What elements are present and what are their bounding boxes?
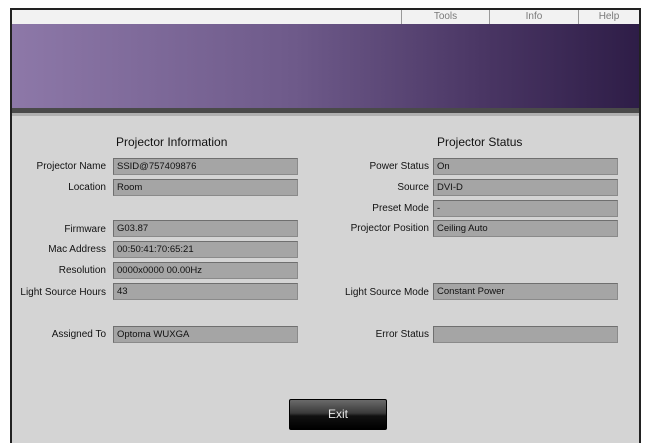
light-source-hours-field: 43 [113,283,298,300]
mac-address-field: 00:50:41:70:65:21 [113,241,298,258]
menu-help[interactable]: Help [578,10,639,24]
projector-status-title: Projector Status [437,135,523,149]
resolution-label: Resolution [58,265,106,276]
preset-mode-label: Preset Mode [372,203,429,214]
header-banner [12,24,639,108]
preset-mode-field: - [433,200,618,217]
banner-divider-highlight [12,113,639,116]
resolution-field: 0000x0000 00.00Hz [113,262,298,279]
light-source-hours-label: Light Source Hours [20,287,106,298]
mac-address-label: Mac Address [48,244,106,255]
location-label: Location [68,182,106,193]
source-label: Source [397,182,429,193]
projector-position-label: Projector Position [350,223,429,234]
power-status-label: Power Status [369,161,429,172]
assigned-to-field: Optoma WUXGA [113,326,298,343]
error-status-label: Error Status [375,329,429,340]
menu-info[interactable]: Info [489,10,578,24]
firmware-label: Firmware [64,224,106,235]
projector-position-field: Ceiling Auto [433,220,618,237]
projector-web-control-window: Tools Info Help Projector Information Pr… [10,8,641,443]
projector-name-field: SSID@757409876 [113,158,298,175]
firmware-field: G03.87 [113,220,298,237]
error-status-field [433,326,618,343]
assigned-to-label: Assigned To [51,329,106,340]
menu-bar: Tools Info Help [12,10,639,24]
menu-tools[interactable]: Tools [401,10,489,24]
power-status-field: On [433,158,618,175]
exit-button[interactable]: Exit [289,399,387,430]
projector-name-label: Projector Name [36,161,106,172]
projector-information-title: Projector Information [116,135,228,149]
source-field: DVI-D [433,179,618,196]
location-field: Room [113,179,298,196]
light-source-mode-label: Light Source Mode [345,287,429,298]
light-source-mode-field: Constant Power [433,283,618,300]
